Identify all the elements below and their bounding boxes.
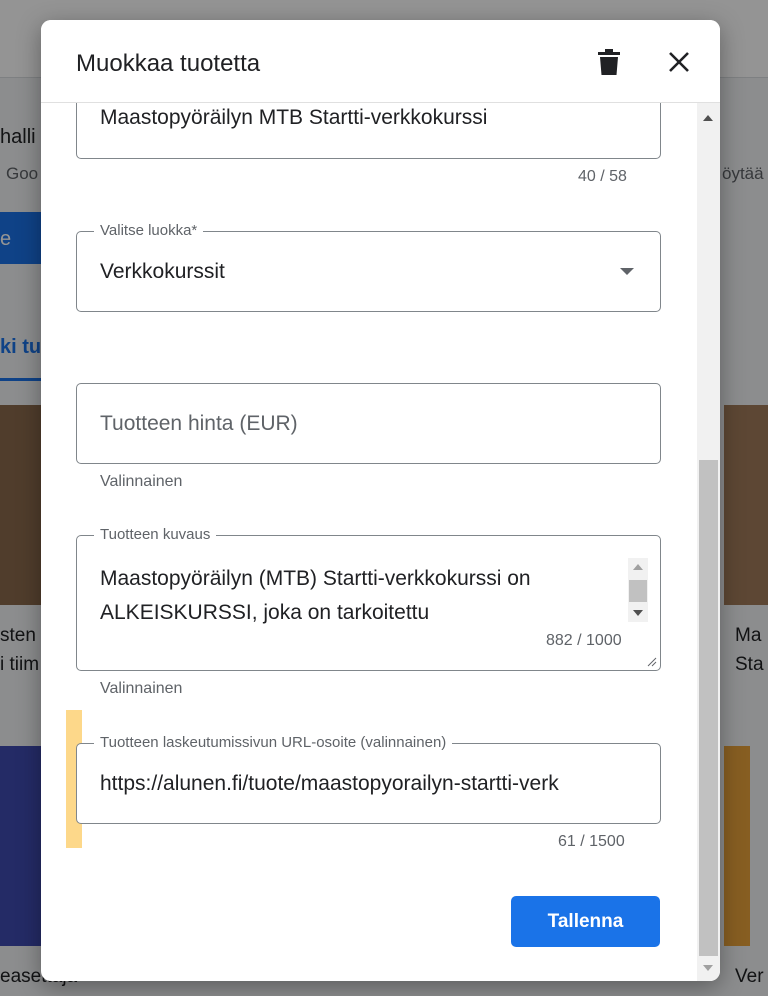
description-helper-text: Valinnainen (100, 680, 183, 697)
trash-icon[interactable] (598, 49, 620, 75)
category-select[interactable]: Valitse luokka* Verkkokurssit (76, 222, 661, 312)
scroll-up-icon[interactable] (633, 564, 643, 570)
url-label: Tuotteen laskeutumissivun URL-osoite (va… (94, 734, 453, 751)
price-field[interactable]: Tuotteen hinta (EUR) (76, 383, 661, 464)
description-counter: 882 / 1000 (546, 632, 622, 649)
url-counter: 61 / 1500 (558, 833, 625, 850)
scroll-down-icon[interactable] (633, 610, 643, 616)
description-line-1: Maastopyöräilyn (MTB) Startti-verkkokurs… (100, 567, 531, 590)
category-value[interactable]: Verkkokurssit (100, 260, 225, 284)
dialog-scroll-thumb[interactable] (699, 460, 718, 956)
landing-page-url-field[interactable]: Tuotteen laskeutumissivun URL-osoite (va… (76, 734, 661, 824)
price-helper-text: Valinnainen (100, 473, 183, 490)
description-scroll-thumb[interactable] (629, 580, 647, 602)
url-value[interactable]: https://alunen.fi/tuote/maastopyorailyn-… (100, 772, 640, 796)
scroll-up-icon[interactable] (703, 115, 713, 121)
delete-button[interactable] (591, 44, 627, 80)
product-name-counter: 40 / 58 (578, 168, 627, 185)
product-name-value[interactable]: Maastopyöräilyn MTB Startti-verkkokurssi (100, 106, 640, 130)
dialog-scrollbar[interactable] (697, 103, 720, 981)
description-line-2: ALKEISKURSSI, joka on tarkoitettu (100, 601, 430, 624)
chevron-down-icon[interactable] (620, 268, 634, 275)
edit-product-dialog: Maastopyöräilyn MTB Startti-verkkokurssi… (41, 20, 720, 981)
scroll-down-icon[interactable] (703, 965, 713, 971)
description-textarea[interactable]: Tuotteen kuvaus Maastopyöräilyn (MTB) St… (76, 526, 661, 671)
description-text[interactable]: Maastopyöräilyn (MTB) Startti-verkkokurs… (100, 562, 620, 630)
description-label: Tuotteen kuvaus (94, 526, 217, 543)
description-scrollbar[interactable] (628, 558, 648, 622)
close-button[interactable] (661, 44, 697, 80)
close-icon[interactable] (668, 51, 690, 73)
dialog-header: Muokkaa tuotetta (41, 20, 720, 103)
dialog-title: Muokkaa tuotetta (76, 50, 261, 77)
category-label: Valitse luokka* (94, 222, 204, 239)
save-button[interactable]: Tallenna (511, 896, 660, 947)
price-placeholder[interactable]: Tuotteen hinta (EUR) (100, 412, 298, 436)
resize-handle-icon[interactable] (647, 657, 657, 667)
